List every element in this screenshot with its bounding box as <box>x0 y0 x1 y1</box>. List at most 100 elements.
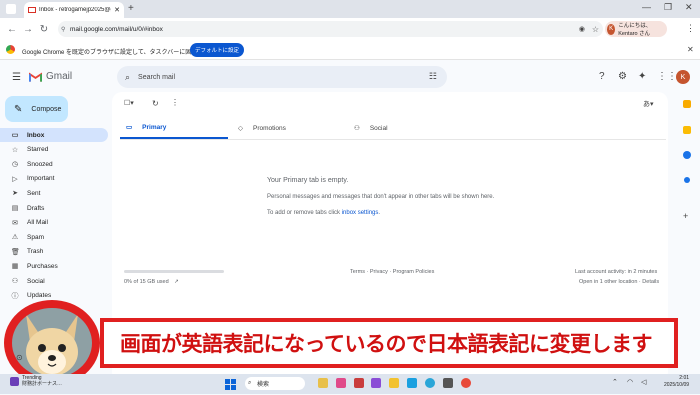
settings-gear-icon[interactable]: ⚙ <box>618 71 627 82</box>
gmail-logo[interactable]: Gmail <box>29 71 72 82</box>
sidebar-item-label: Trash <box>27 248 44 256</box>
keep-icon[interactable] <box>683 126 691 134</box>
infobar-close-icon[interactable]: ✕ <box>687 45 694 54</box>
all-mail-icon: ✉ <box>12 219 18 227</box>
clock-time: 2:01 <box>679 375 690 381</box>
gmail-m-icon <box>29 71 42 82</box>
draft-icon: ▤ <box>11 205 19 212</box>
apps-grid-icon[interactable]: ⋮⋮ <box>657 71 677 82</box>
select-all-checkbox[interactable]: ☐▾ <box>124 99 134 107</box>
file-explorer-icon[interactable] <box>389 378 399 388</box>
sidebar-item-starred[interactable]: ☆ Starred <box>0 143 108 157</box>
news-subtitle: 財務計ボーナス… <box>22 381 63 387</box>
program-policies-link[interactable]: Program Policies <box>393 269 435 275</box>
chrome-taskbar-icon[interactable] <box>461 378 471 388</box>
instruction-banner: 画面が英語表記になっているので日本語表記に変更します <box>100 318 678 368</box>
sidebar-item-trash[interactable]: 🗑 Trash <box>0 245 108 259</box>
infobar-message: Google Chrome を既定のブラウザに設定して、タスクバーに固定する <box>22 50 210 56</box>
spam-icon: ⚠ <box>11 234 19 242</box>
sidebar-item-snoozed[interactable]: ◷ Snoozed <box>0 157 108 171</box>
sidebar-item-social[interactable]: ⚇ Social <box>0 274 108 288</box>
send-icon: ➤ <box>12 190 18 198</box>
back-arrow-icon[interactable]: ← <box>4 24 20 35</box>
search-options-icon[interactable]: ☷ <box>429 71 437 82</box>
wifi-icon[interactable]: ◠ <box>627 378 633 386</box>
sidebar-item-label: Sent <box>27 189 41 197</box>
browser-tab-inbox[interactable]: Inbox - retrogamejp2025@gm... ✕ <box>24 2 124 18</box>
empty-hint: To add or remove tabs click inbox settin… <box>267 210 380 216</box>
sidebar-item-drafts[interactable]: ▤ Drafts <box>0 201 108 215</box>
bookmark-star-icon[interactable]: ☆ <box>592 25 599 34</box>
tab-search-button[interactable] <box>6 4 16 14</box>
taskbar-search-icon: ⌕ <box>248 380 252 386</box>
sidebar-item-label: Social <box>27 277 45 285</box>
tab-social[interactable]: ⚇ Social <box>354 117 388 139</box>
taskbar-clock[interactable]: 2:01 2025/10/09 <box>664 375 689 389</box>
gmail-favicon-icon <box>28 7 36 13</box>
profile-chip[interactable]: K こんにちは、Kentaro さん <box>605 21 667 37</box>
tab-primary-label: Primary <box>142 123 167 131</box>
get-addons-icon[interactable]: + <box>683 211 688 221</box>
input-tools-button[interactable]: あ▾ <box>643 99 654 109</box>
external-link-icon[interactable]: ↗ <box>174 279 179 285</box>
taskbar-search[interactable]: ⌕ 検索 <box>245 377 305 390</box>
contacts-icon[interactable] <box>684 177 690 183</box>
sidebar-item-label: Spam <box>27 233 44 241</box>
more-actions-icon[interactable]: ⋮ <box>171 98 179 107</box>
tab-title: Inbox - retrogamejp2025@gm... <box>39 7 111 13</box>
minimize-icon[interactable]: — <box>642 2 651 12</box>
taskbar-app-icon[interactable] <box>443 378 453 388</box>
forward-arrow-icon[interactable]: → <box>20 24 36 35</box>
inbox-icon: ▭ <box>126 124 133 131</box>
site-info-icon[interactable]: ⚲ <box>61 26 65 33</box>
calendar-icon[interactable] <box>683 100 691 108</box>
sidebar-item-purchases[interactable]: ▦ Purchases <box>0 259 108 273</box>
volume-icon[interactable]: ◁ <box>641 378 646 386</box>
news-widget[interactable]: Trending 財務計ボーナス… <box>22 375 62 387</box>
sidebar-item-sent[interactable]: ➤ Sent <box>0 186 108 200</box>
taskbar-app-icon[interactable] <box>336 378 346 388</box>
storage-text: 0% of 15 GB used <box>124 279 169 285</box>
taskbar-app-icon[interactable] <box>407 378 417 388</box>
browser-menu-icon[interactable]: ⋮ <box>686 23 695 34</box>
gmail-settings-icon[interactable]: ⊙ <box>16 353 23 362</box>
tray-chevron-icon[interactable]: ⌃ <box>612 378 618 386</box>
details-link[interactable]: Details <box>642 279 659 285</box>
inbox-settings-link[interactable]: inbox settings <box>342 210 379 216</box>
terms-link[interactable]: Terms <box>350 269 365 275</box>
gemini-sparkle-icon[interactable]: ✦ <box>638 71 646 82</box>
address-bar[interactable]: ⚲ mail.google.com/mail/u/0/#inbox ◉ ☆ <box>58 21 603 37</box>
empty-hint-suffix: . <box>378 210 381 216</box>
tab-primary[interactable]: ▭ Primary <box>120 117 228 139</box>
sidebar-item-spam[interactable]: ⚠ Spam <box>0 230 108 244</box>
sidebar-item-important[interactable]: ▷ Important <box>0 172 108 186</box>
info-icon: ⓘ <box>11 292 19 300</box>
windows-start-icon[interactable] <box>225 377 236 390</box>
taskbar-app-icon[interactable] <box>354 378 364 388</box>
news-widget-icon[interactable] <box>10 377 19 386</box>
maximize-icon[interactable]: ❐ <box>664 2 672 13</box>
default-browser-infobar: Google Chrome を既定のブラウザに設定して、タスクバーに固定する <box>0 40 700 60</box>
search-icon[interactable]: ⌕ <box>125 72 130 83</box>
compose-button[interactable]: ✎ Compose <box>5 96 68 122</box>
taskbar-app-icon[interactable] <box>371 378 381 388</box>
taskbar-app-icon[interactable] <box>318 378 328 388</box>
tab-promotions[interactable]: ◇ Promotions <box>238 117 286 139</box>
search-mail-input[interactable]: ⌕ Search mail ☷ <box>117 66 447 88</box>
window-close-icon[interactable]: ✕ <box>685 2 693 13</box>
account-avatar[interactable]: K <box>676 70 690 84</box>
help-icon[interactable]: ? <box>599 71 605 82</box>
tab-close-icon[interactable]: ✕ <box>114 6 120 14</box>
main-menu-icon[interactable]: ☰ <box>12 72 21 83</box>
eye-icon[interactable]: ◉ <box>579 25 585 33</box>
sidebar-item-all-mail[interactable]: ✉ All Mail <box>0 216 108 230</box>
reload-icon[interactable]: ↻ <box>36 24 52 35</box>
new-tab-button[interactable]: + <box>128 3 134 14</box>
set-default-button[interactable]: デフォルトに設定 <box>190 43 244 57</box>
edge-icon[interactable] <box>425 378 435 388</box>
sidebar-item-inbox[interactable]: ▭ Inbox <box>0 128 108 142</box>
activity-line1: Last account activity: in 2 minutes <box>575 269 658 275</box>
refresh-icon[interactable]: ↻ <box>152 99 159 108</box>
tasks-icon[interactable] <box>683 151 691 159</box>
privacy-link[interactable]: Privacy <box>370 269 388 275</box>
